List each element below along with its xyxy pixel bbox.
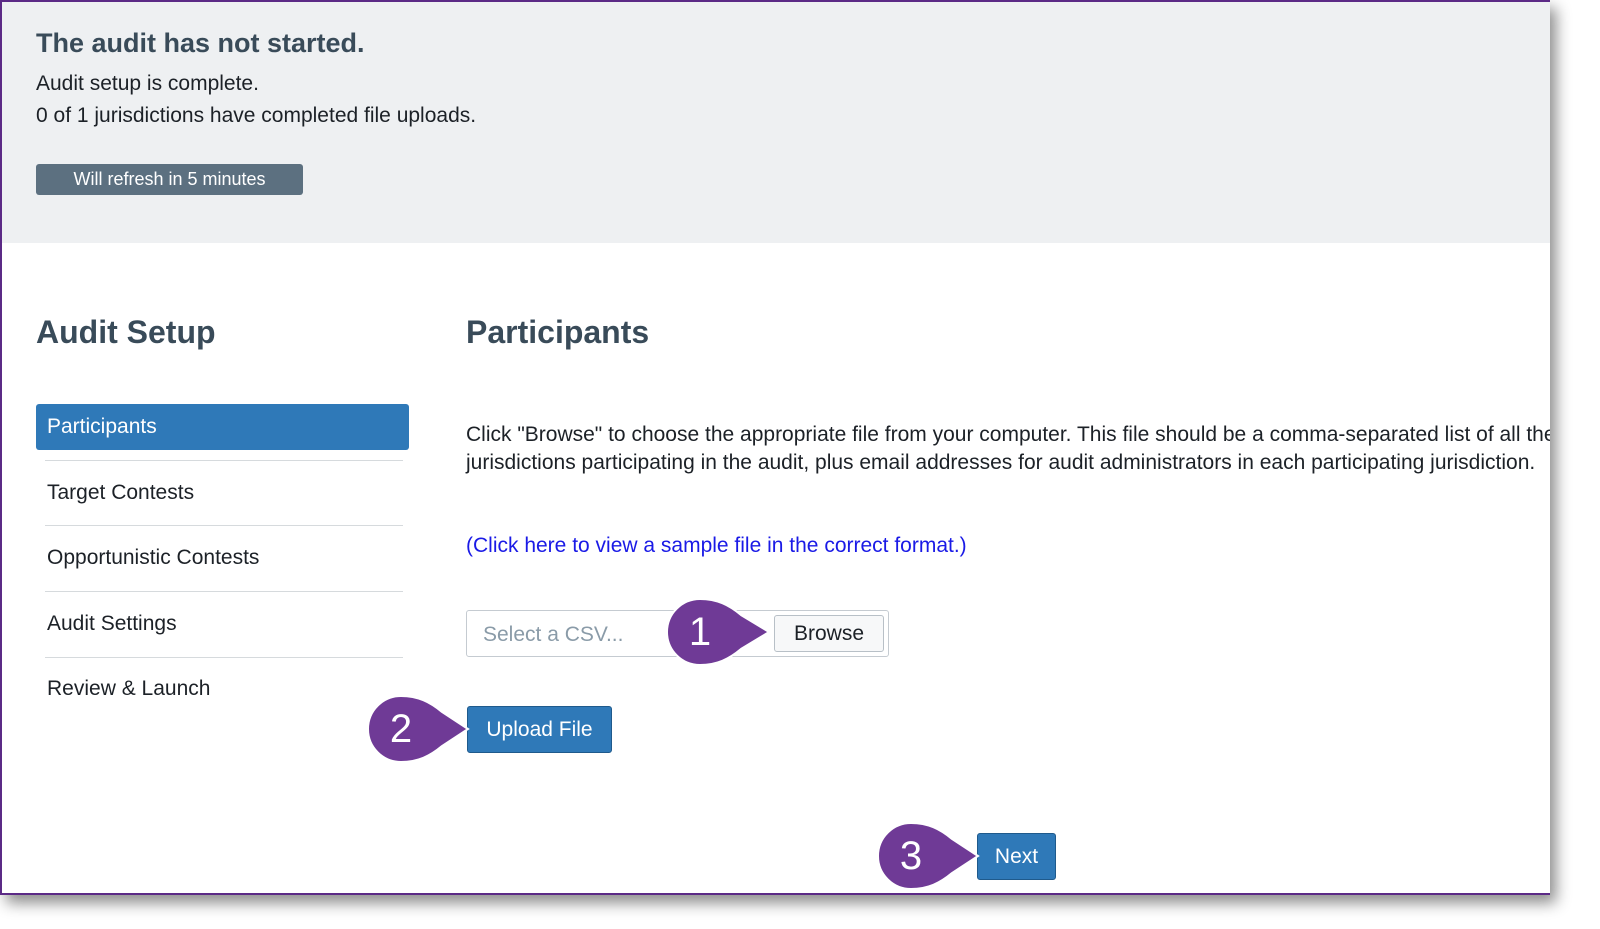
upload-status-text: 0 of 1 jurisdictions have completed file… [36, 104, 477, 127]
setup-status-text: Audit setup is complete. [36, 72, 259, 95]
sidebar-item-review-launch[interactable]: Review & Launch [36, 666, 409, 712]
sidebar-item-target-contests[interactable]: Target Contests [36, 470, 409, 516]
sidebar-title: Audit Setup [36, 314, 216, 350]
browse-button[interactable]: Browse [774, 615, 884, 652]
callout-marker-1: 1 [666, 597, 777, 667]
status-banner: The audit has not started. Audit setup i… [2, 2, 1550, 243]
callout-number: 3 [899, 833, 923, 878]
file-input-placeholder: Select a CSV... [483, 623, 624, 646]
upload-file-button[interactable]: Upload File [467, 706, 612, 753]
nav-divider [45, 591, 403, 592]
sample-file-link[interactable]: (Click here to view a sample file in the… [466, 534, 967, 558]
nav-divider [45, 525, 403, 526]
sidebar-item-participants[interactable]: Participants [36, 404, 409, 450]
callout-number: 1 [688, 609, 712, 654]
banner-title: The audit has not started. [36, 28, 365, 58]
callout-number: 2 [389, 706, 413, 751]
callout-marker-3: 3 [877, 821, 988, 891]
callout-marker-2: 2 [367, 694, 478, 764]
next-button[interactable]: Next [977, 833, 1056, 880]
sidebar-item-opportunistic-contests[interactable]: Opportunistic Contests [36, 535, 409, 581]
refresh-button[interactable]: Will refresh in 5 minutes [36, 164, 303, 195]
nav-divider [45, 657, 403, 658]
instructions-text: Click "Browse" to choose the appropriate… [466, 423, 1550, 474]
nav-divider [45, 460, 403, 461]
sidebar-item-audit-settings[interactable]: Audit Settings [36, 601, 409, 647]
page-title: Participants [466, 314, 650, 350]
app-window: The audit has not started. Audit setup i… [0, 0, 1550, 895]
